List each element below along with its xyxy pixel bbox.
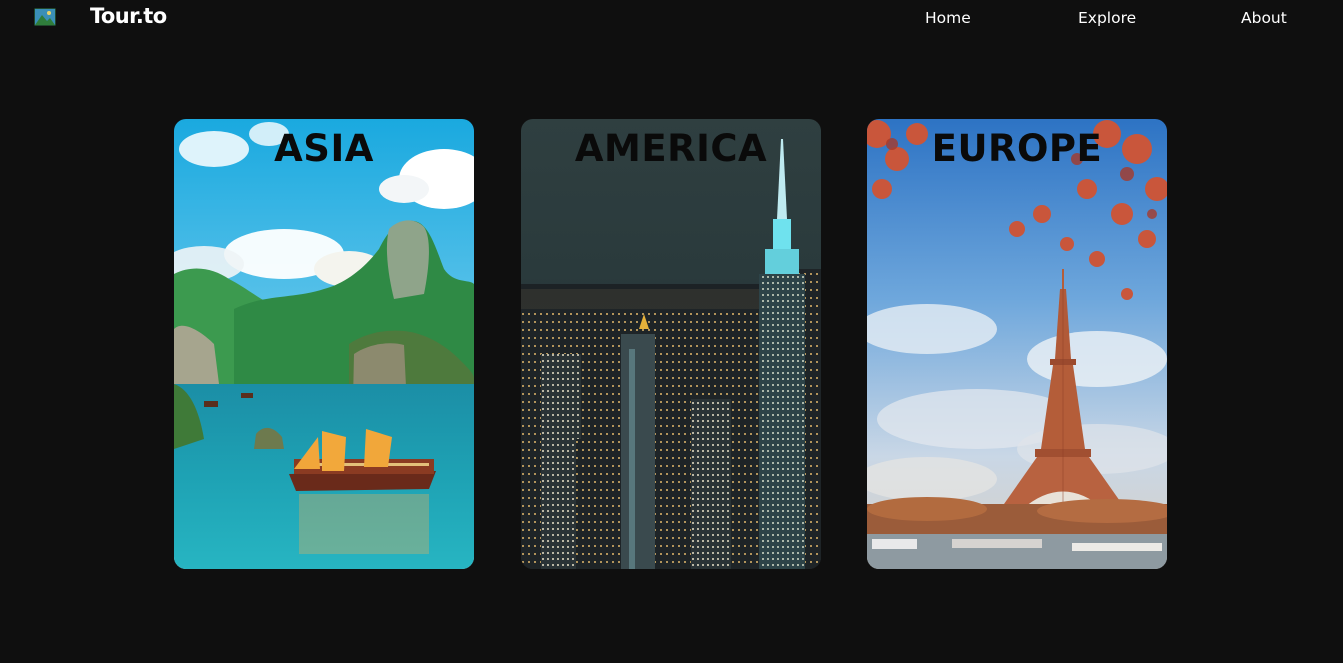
card-europe[interactable]: EUROPE [867,119,1167,569]
ha-long-bay-image [174,119,474,569]
card-america[interactable]: AMERICA [521,119,821,569]
card-title: AMERICA [574,127,768,170]
card-title: EUROPE [931,127,1103,170]
nav-explore-link[interactable]: Explore [1078,9,1136,27]
card-title: ASIA [274,127,374,170]
map-image-icon[interactable] [34,8,56,26]
brand-logo[interactable]: Tour.to [90,4,167,28]
card-asia[interactable]: ASIA [174,119,474,569]
new-york-skyline-image [521,119,821,569]
navbar: Tour.to Home Explore About [0,0,1343,38]
eiffel-tower-image [867,119,1167,569]
nav-home-link[interactable]: Home [925,9,971,27]
nav-about-link[interactable]: About [1241,9,1287,27]
